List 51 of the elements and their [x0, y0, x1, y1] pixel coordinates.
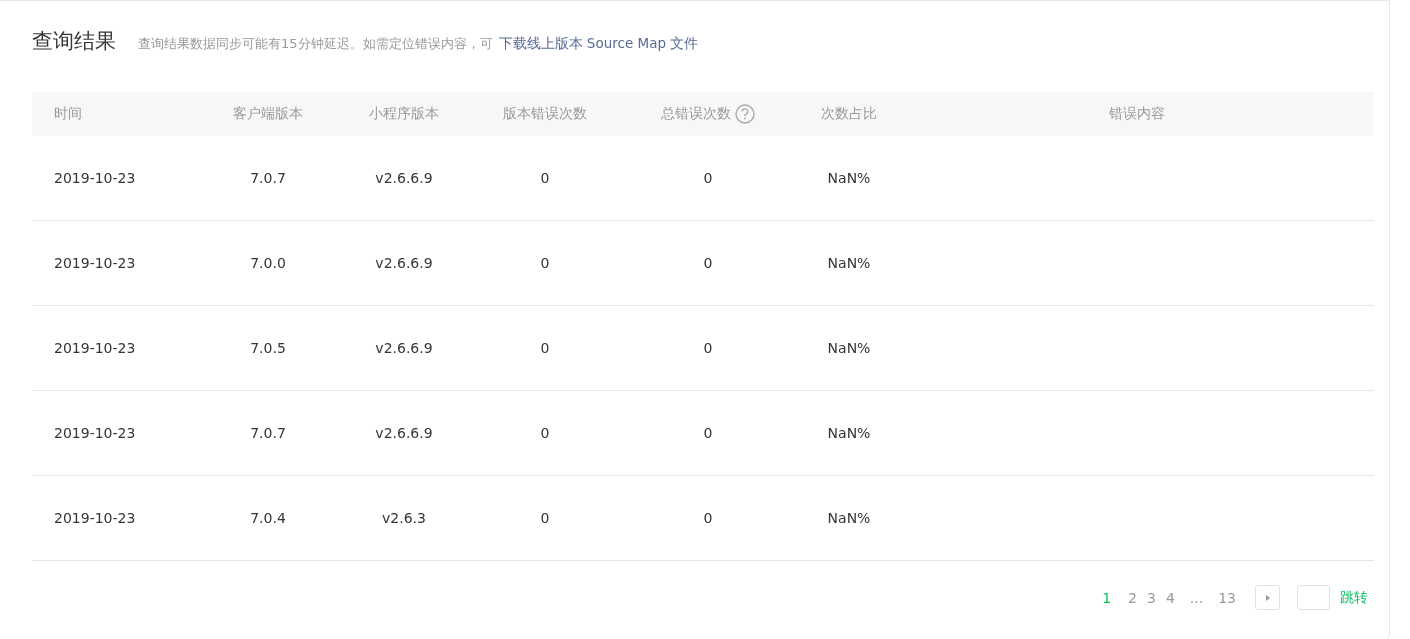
table-cell: NaN%	[827, 340, 871, 356]
page-link[interactable]: 2	[1128, 589, 1137, 606]
table-cell: 0	[703, 510, 713, 526]
table-cell: 2019-10-23	[54, 170, 136, 186]
next-page-button[interactable]	[1255, 585, 1280, 610]
table-cell: 7.0.7	[250, 170, 286, 186]
notice-text: 查询结果数据同步可能有15分钟延迟。如需定位错误内容，可	[138, 35, 493, 53]
table-cell: 0	[540, 510, 550, 526]
column-header: 客户端版本	[233, 105, 303, 123]
page-link[interactable]: 3	[1146, 589, 1156, 606]
caret-right-icon	[1265, 594, 1270, 601]
table-cell: 0	[540, 255, 550, 271]
table-cell: v2.6.3	[382, 510, 426, 526]
table-cell: 0	[703, 340, 713, 356]
table-cell: 7.0.5	[250, 340, 286, 356]
table-cell: NaN%	[827, 510, 871, 526]
table-cell: 0	[540, 425, 550, 441]
table-cell: 0	[540, 170, 550, 186]
table-cell: 7.0.0	[250, 255, 286, 271]
table-cell: v2.6.6.9	[375, 340, 433, 356]
table-cell: NaN%	[827, 170, 871, 186]
column-header: 小程序版本	[369, 105, 439, 123]
column-header: 错误内容	[1109, 105, 1165, 123]
table-cell: 0	[703, 255, 713, 271]
page-link[interactable]: 13	[1218, 589, 1236, 606]
table-cell: 2019-10-23	[54, 340, 136, 356]
table-cell: 0	[540, 340, 550, 356]
table-cell: v2.6.6.9	[375, 255, 433, 271]
page-ellipsis: ...	[1189, 589, 1204, 606]
page-input[interactable]	[1297, 585, 1330, 610]
jump-link[interactable]: 跳转	[1340, 588, 1368, 607]
table-cell: 7.0.4	[250, 510, 286, 526]
table-cell: NaN%	[827, 255, 871, 271]
table-cell: 2019-10-23	[54, 510, 136, 526]
table-cell: 0	[703, 425, 713, 441]
section-title: 查询结果	[32, 28, 116, 55]
column-header: 总错误次数	[661, 105, 731, 123]
table-cell: NaN%	[827, 425, 871, 441]
column-header: 时间	[54, 105, 82, 123]
table-cell: 2019-10-23	[54, 255, 136, 271]
table-cell: 2019-10-23	[54, 425, 136, 441]
column-header: 版本错误次数	[503, 105, 587, 123]
table-cell: v2.6.6.9	[375, 170, 433, 186]
page-link[interactable]: 4	[1165, 589, 1175, 606]
table-cell: 0	[703, 170, 713, 186]
download-link[interactable]: 下载线上版本 Source Map 文件	[498, 35, 699, 53]
table-cell: 7.0.7	[250, 425, 286, 441]
table-cell: v2.6.6.9	[375, 425, 433, 441]
help-icon[interactable]	[735, 104, 755, 124]
page-link[interactable]: 1	[1102, 589, 1112, 606]
column-header: 次数占比	[821, 105, 877, 123]
